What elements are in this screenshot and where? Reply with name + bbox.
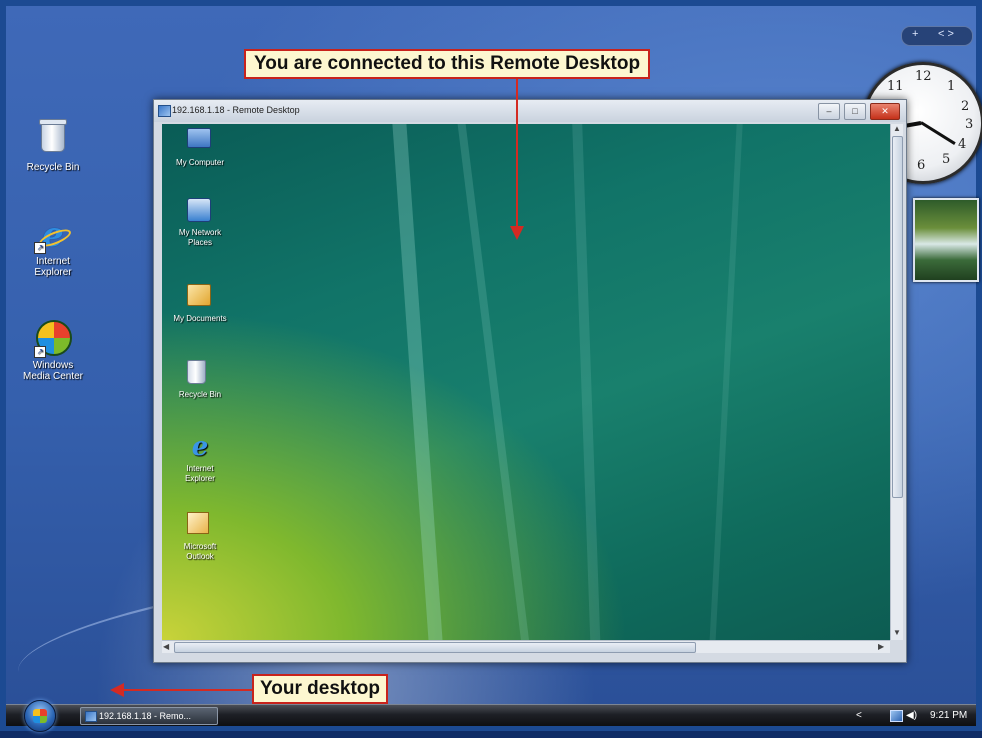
scroll-down-arrow-icon[interactable]: ▼ <box>893 628 901 637</box>
remote-icon-my-documents[interactable]: My Documents <box>162 284 238 324</box>
slideshow-gadget[interactable] <box>913 198 979 282</box>
remote-desktop-icon <box>158 105 171 117</box>
remote-icon-my-computer[interactable]: My Computer <box>162 124 238 168</box>
network-icon <box>187 198 213 224</box>
gadget-nav-button[interactable]: < > <box>938 28 954 40</box>
remote-icon-label: Recycle Bin <box>178 390 222 399</box>
wallpaper-light-beam <box>391 124 447 640</box>
arrow-down-icon <box>510 226 524 240</box>
wallpaper-light-beam <box>706 124 744 640</box>
clock-number: 6 <box>917 158 926 173</box>
remote-desktop-screen[interactable]: My Computer My Network Places My Documen… <box>162 124 890 640</box>
remote-desktop-icon <box>85 711 97 722</box>
remote-icon-microsoft-outlook[interactable]: Microsoft Outlook <box>162 512 238 562</box>
clock-minute-hand <box>920 121 956 145</box>
taskbar-item-label: 192.168.1.18 - Remo... <box>99 711 192 721</box>
callout-pointer-line <box>124 689 252 691</box>
remote-icon-internet-explorer[interactable]: e Internet Explorer <box>162 434 238 484</box>
clock-number: 4 <box>958 137 967 152</box>
remote-icon-my-network-places[interactable]: My Network Places <box>162 198 238 248</box>
scroll-up-arrow-icon[interactable]: ▲ <box>893 124 901 133</box>
clock-number: 3 <box>965 117 974 132</box>
desktop-icon-recycle-bin[interactable]: Recycle Bin <box>16 118 90 173</box>
clock-number: 5 <box>942 152 951 167</box>
recycle-bin-icon <box>187 360 213 386</box>
remote-icon-label: My Documents <box>173 314 227 323</box>
scroll-right-arrow-icon[interactable]: ▶ <box>878 642 884 651</box>
remote-icon-label: Internet Explorer <box>185 464 215 483</box>
wallpaper-light-beam <box>571 124 603 640</box>
clock-number: 2 <box>961 99 970 114</box>
vertical-scroll-thumb[interactable] <box>892 136 903 498</box>
desktop-icon-label: Recycle Bin <box>26 162 80 173</box>
minimize-button[interactable]: – <box>818 103 840 120</box>
clock-number: 1 <box>947 79 956 94</box>
internet-explorer-icon: e <box>191 432 209 462</box>
remote-icon-label: My Network Places <box>178 228 222 247</box>
window-title: 192.168.1.18 - Remote Desktop <box>172 105 300 115</box>
windows-logo-icon <box>33 709 47 723</box>
remote-icon-label: My Computer <box>175 158 224 167</box>
vertical-scrollbar[interactable]: ▲ ▼ <box>890 124 903 640</box>
wallpaper-light-beam <box>455 124 537 640</box>
maximize-button[interactable]: □ <box>844 103 866 120</box>
windows-media-center-icon: ↗ <box>34 320 72 358</box>
horizontal-scroll-thumb[interactable] <box>174 642 696 653</box>
close-button[interactable]: ✕ <box>870 103 900 120</box>
recycle-bin-icon <box>36 119 70 160</box>
remote-icon-recycle-bin[interactable]: Recycle Bin <box>162 360 238 400</box>
internet-explorer-icon: e ↗ <box>34 216 70 254</box>
horizontal-scrollbar[interactable]: ◀ ▶ <box>162 640 890 653</box>
desktop-icon-label: Internet Explorer <box>34 256 72 278</box>
clock-number: 11 <box>887 79 904 94</box>
taskbar-item-remote-desktop[interactable]: 192.168.1.18 - Remo... <box>80 707 218 725</box>
network-status-icon[interactable] <box>890 710 903 722</box>
callout-your-desktop: Your desktop <box>252 674 388 704</box>
arrow-left-icon <box>110 683 124 697</box>
tray-expand-chevron[interactable]: < <box>856 705 862 726</box>
sidebar-controls: + < > <box>901 26 973 46</box>
volume-icon[interactable]: ◀) <box>906 705 917 721</box>
scroll-left-arrow-icon[interactable]: ◀ <box>163 642 169 651</box>
documents-icon <box>187 284 213 310</box>
outlook-icon <box>187 512 213 538</box>
host-desktop[interactable]: Recycle Bin e ↗ Internet Explorer ↗ Windo… <box>0 0 982 738</box>
taskbar-clock[interactable]: 9:21 PM <box>930 705 967 726</box>
callout-pointer-line <box>516 79 518 229</box>
add-gadget-button[interactable]: + <box>912 28 918 40</box>
remote-desktop-window[interactable]: 192.168.1.18 - Remote Desktop – □ ✕ My C… <box>153 99 907 663</box>
computer-icon <box>187 128 213 154</box>
start-button[interactable] <box>24 700 56 732</box>
window-titlebar[interactable]: 192.168.1.18 - Remote Desktop – □ ✕ <box>154 100 906 122</box>
desktop-icon-windows-media-center[interactable]: ↗ Windows Media Center <box>16 318 90 382</box>
clock-number: 12 <box>915 69 932 84</box>
system-tray: < ◀) 9:21 PM <box>852 705 976 726</box>
callout-remote-desktop: You are connected to this Remote Desktop <box>244 49 651 79</box>
remote-icon-label: Microsoft Outlook <box>183 542 217 561</box>
desktop-icon-label: Windows Media Center <box>22 360 84 382</box>
desktop-icon-internet-explorer[interactable]: e ↗ Internet Explorer <box>16 216 90 278</box>
taskbar: 192.168.1.18 - Remo... < ◀) 9:21 PM <box>6 700 976 732</box>
